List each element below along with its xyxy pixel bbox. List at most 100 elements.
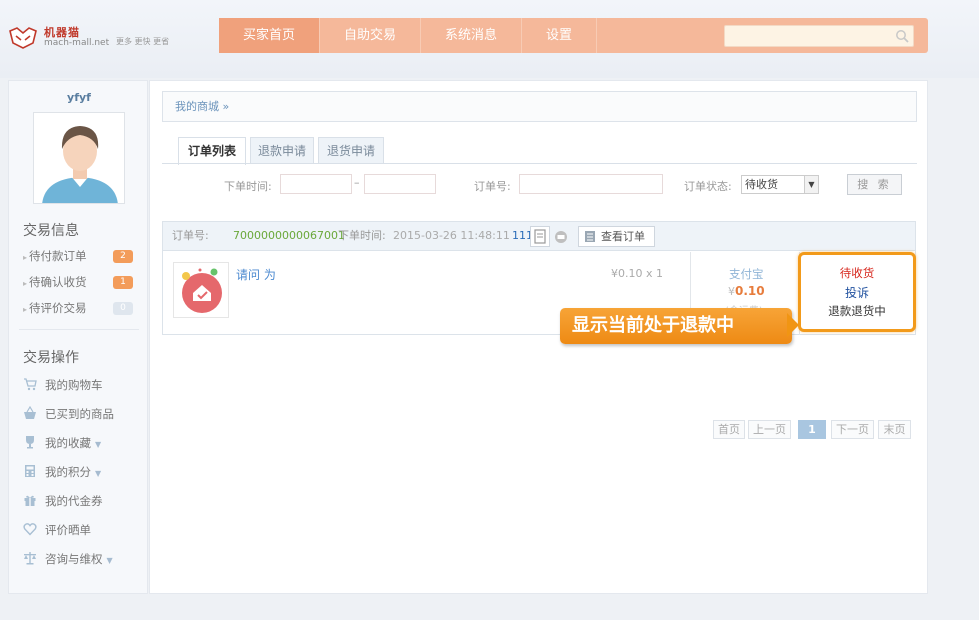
tab-order-list[interactable]: 订单列表 [178, 137, 246, 165]
trade-ops-title: 交易操作 [23, 350, 79, 366]
username: yfyf [67, 91, 91, 104]
sidebar-item-label: 我的代金券 [45, 494, 103, 508]
cart-icon [24, 378, 37, 391]
refund-status-text: 退款退货中 [828, 304, 886, 318]
order-header: 订单号: 7000000000067001 下单时间: 2015-03-26 1… [163, 222, 915, 251]
sidebar-item-consult[interactable]: 咨询与维权 ▼ [23, 549, 113, 569]
chevron-down-icon: ▼ [804, 176, 818, 193]
nav-buyer-home[interactable]: 买家首页 [219, 18, 319, 53]
sidebar-item-label: 咨询与维权 [45, 552, 103, 566]
sidebar-item-pending-review[interactable]: ▸ 待评价交易 [23, 298, 87, 318]
sidebar-item-favorites[interactable]: 我的收藏 ▼ [23, 433, 101, 453]
chevron-down-icon: ▼ [95, 440, 102, 449]
order-time-label: 下单时间: [224, 180, 272, 193]
order-status-text: 待收货 [839, 266, 875, 280]
order-status-highlight: 待收货 投诉 退款退货中 [798, 252, 916, 332]
order-time: 2015-03-26 11:48:11 [393, 229, 510, 242]
sidebar-item-label: 我的积分 [45, 465, 91, 479]
search-button[interactable]: 搜 索 [847, 174, 902, 195]
tab-return-requests[interactable]: 退货申请 [318, 137, 384, 164]
sidebar-item-label: 待确认收货 [29, 275, 87, 289]
page-header: 机器猫 mach-mall.net 更多 更快 更省 买家首页 自助交易 系统消… [0, 0, 979, 78]
sidebar-item-vouchers[interactable]: 我的代金券 [23, 491, 103, 511]
site-slogan: 更多 更快 更省 [116, 37, 170, 46]
trophy-icon [26, 436, 34, 449]
sidebar-item-pending-payment[interactable]: ▸ 待付款订单 [23, 246, 87, 266]
logo-cn-text: 机器猫 [44, 26, 80, 39]
list-icon [585, 231, 595, 242]
order-time-caption: 下单时间: [338, 229, 386, 242]
order-amount-value: 0.10 [735, 284, 765, 298]
pending-payment-badge: 2 [113, 250, 133, 263]
document-icon [534, 229, 546, 244]
pager-next[interactable]: 下一页 [831, 420, 874, 439]
gift-icon [24, 495, 36, 506]
avatar[interactable] [33, 112, 125, 204]
sidebar-item-reviews[interactable]: 评价晒单 [23, 520, 91, 540]
heart-icon [23, 523, 37, 536]
payment-method-link[interactable]: 支付宝 [729, 266, 764, 282]
nav-settings[interactable]: 设置 [522, 18, 596, 53]
user-avatar-icon [34, 113, 124, 203]
pending-review-badge: 0 [113, 302, 133, 315]
pager-last[interactable]: 末页 [878, 420, 911, 439]
scale-icon [24, 552, 36, 565]
sidebar-item-purchased[interactable]: 已买到的商品 [23, 404, 114, 424]
sidebar-item-pending-receipt[interactable]: ▸ 待确认收货 [23, 272, 87, 292]
order-time-start-input[interactable] [280, 174, 352, 194]
view-order-label: 查看订单 [601, 230, 645, 243]
chevron-down-icon: ▼ [106, 556, 113, 565]
order-detail-icon-button[interactable] [530, 226, 550, 247]
sidebar-item-label: 评价晒单 [45, 523, 91, 537]
complaint-link[interactable]: 投诉 [801, 284, 913, 301]
logo-en-text: mach-mall.net [44, 38, 110, 48]
order-time-end-input[interactable] [364, 174, 436, 194]
nav-system-messages[interactable]: 系统消息 [421, 18, 521, 53]
annotation-callout: 显示当前处于退款中 [560, 308, 792, 344]
goods-price-qty: ¥0.10 x 1 [611, 267, 663, 280]
breadcrumb-link[interactable]: 我的商城 » [175, 100, 229, 113]
tab-underline [162, 163, 917, 164]
pending-receipt-badge: 1 [113, 276, 133, 289]
sidebar-item-label: 待评价交易 [29, 301, 87, 315]
date-range-separator: – [354, 176, 360, 189]
product-image-icon [182, 268, 222, 313]
order-no-label: 订单号: [474, 180, 511, 193]
header-search-input[interactable] [724, 25, 914, 47]
trade-info-title: 交易信息 [23, 223, 79, 239]
cat-logo-icon [9, 27, 37, 49]
order-number: 7000000000067001 [233, 229, 345, 242]
chevron-down-icon: ▼ [95, 469, 102, 478]
breadcrumb[interactable]: 我的商城 » [162, 91, 917, 122]
sidebar-item-label: 我的收藏 [45, 436, 91, 450]
order-status-label: 订单状态: [684, 180, 732, 193]
calculator-icon [25, 465, 35, 477]
search-icon[interactable] [895, 29, 909, 43]
sidebar-item-points[interactable]: 我的积分 ▼ [23, 462, 101, 482]
order-no-input[interactable] [519, 174, 663, 194]
order-status-select[interactable]: 待收货 ▼ [741, 175, 819, 194]
pager-first[interactable]: 首页 [713, 420, 745, 439]
nav-divider [596, 18, 597, 53]
view-order-button[interactable]: 查看订单 [578, 226, 655, 247]
pager-current-page[interactable]: 1 [798, 420, 826, 439]
tab-refund-requests[interactable]: 退款申请 [250, 137, 314, 164]
currency-symbol: ¥ [728, 285, 735, 298]
sidebar-item-label: 待付款订单 [29, 249, 87, 263]
main-content: 我的商城 » 订单列表 退款申请 退货申请 下单时间: – 订单号: 订单状态:… [149, 80, 928, 594]
goods-name-link[interactable]: 请问 为 [236, 266, 276, 283]
basket-icon [24, 406, 36, 419]
site-logo[interactable]: 机器猫 mach-mall.net [8, 27, 109, 49]
pager-prev[interactable]: 上一页 [748, 420, 791, 439]
sidebar-item-label: 我的购物车 [45, 378, 103, 392]
order-amount: ¥0.10 [728, 284, 765, 298]
sidebar-item-cart[interactable]: 我的购物车 [23, 375, 103, 395]
user-sidebar: yfyf 交易信息 ▸ 待付款订单 2 ▸ 待确认收货 1 ▸ 待评价交易 0 交易操… [8, 80, 148, 594]
sidebar-divider [19, 329, 139, 330]
order-no-caption: 订单号: [172, 229, 209, 242]
printer-icon[interactable] [554, 230, 568, 244]
goods-thumbnail[interactable] [173, 262, 229, 318]
sidebar-item-label: 已买到的商品 [45, 407, 114, 421]
nav-self-trade[interactable]: 自助交易 [320, 18, 420, 53]
callout-arrow [787, 313, 799, 337]
